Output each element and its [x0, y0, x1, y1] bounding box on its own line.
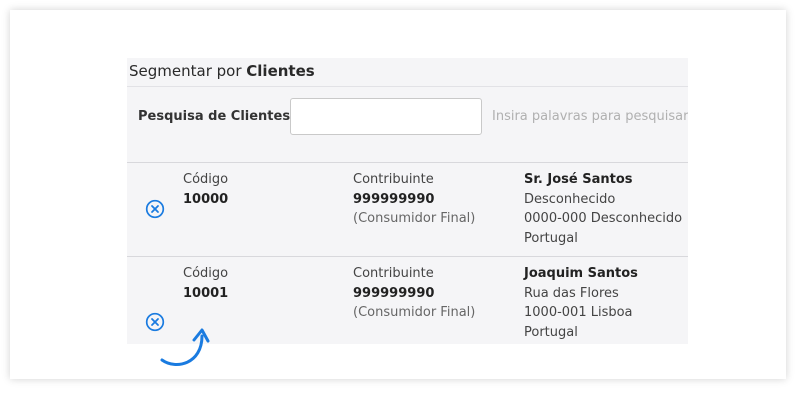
- postal-code-city: 0000-000 Desconhecido: [524, 211, 683, 226]
- remove-client-button[interactable]: [145, 199, 165, 219]
- taxpayer-number: 999999990: [353, 285, 435, 301]
- search-hint: Insira palavras para pesquisar: [492, 109, 688, 124]
- client-country: Portugal: [524, 324, 578, 340]
- client-taxpayer-cell: Contribuinte 999999990 (Consumidor Final…: [353, 170, 475, 229]
- taxpayer-label: Contribuinte: [353, 172, 434, 187]
- client-country: Portugal: [524, 230, 578, 246]
- client-taxpayer-cell: Contribuinte 999999990 (Consumidor Final…: [353, 264, 475, 323]
- postal-code-city: 1000-001 Lisboa: [524, 305, 633, 320]
- client-name: Joaquim Santos: [524, 266, 638, 281]
- content-card: Segmentar por Clientes Pesquisa de Clien…: [10, 10, 786, 379]
- segment-title: Segmentar por Clientes: [129, 62, 315, 80]
- taxpayer-note: (Consumidor Final): [353, 211, 476, 226]
- client-search-input[interactable]: [290, 98, 482, 135]
- curved-arrow-icon: [160, 328, 210, 366]
- client-code: 10001: [183, 285, 229, 301]
- segment-title-prefix: Segmentar por: [129, 62, 242, 80]
- client-code: 10000: [183, 191, 229, 207]
- code-label: Código: [183, 172, 229, 187]
- client-address-cell: Sr. José Santos Desconhecido 0000-000 De…: [524, 170, 682, 248]
- taxpayer-note: (Consumidor Final): [353, 305, 476, 320]
- remove-circle-icon: [145, 199, 165, 219]
- client-code-cell: Código 10000: [183, 170, 228, 209]
- search-label: Pesquisa de Clientes: [138, 109, 291, 124]
- taxpayer-label: Contribuinte: [353, 266, 434, 281]
- taxpayer-number: 999999990: [353, 191, 435, 207]
- client-code-cell: Código 10001: [183, 264, 228, 303]
- client-row: Código 10000 Contribuinte 999999990 (Con…: [127, 163, 688, 257]
- segment-title-entity: Clientes: [246, 62, 315, 80]
- address-line: Rua das Flores: [524, 285, 619, 301]
- address-line: Desconhecido: [524, 191, 616, 207]
- client-name: Sr. José Santos: [524, 172, 633, 187]
- client-address-cell: Joaquim Santos Rua das Flores 1000-001 L…: [524, 264, 638, 342]
- title-divider: [127, 86, 688, 87]
- client-row: Código 10001 Contribuinte 999999990 (Con…: [127, 257, 688, 344]
- code-label: Código: [183, 266, 229, 281]
- segment-panel: Segmentar por Clientes Pesquisa de Clien…: [127, 58, 688, 344]
